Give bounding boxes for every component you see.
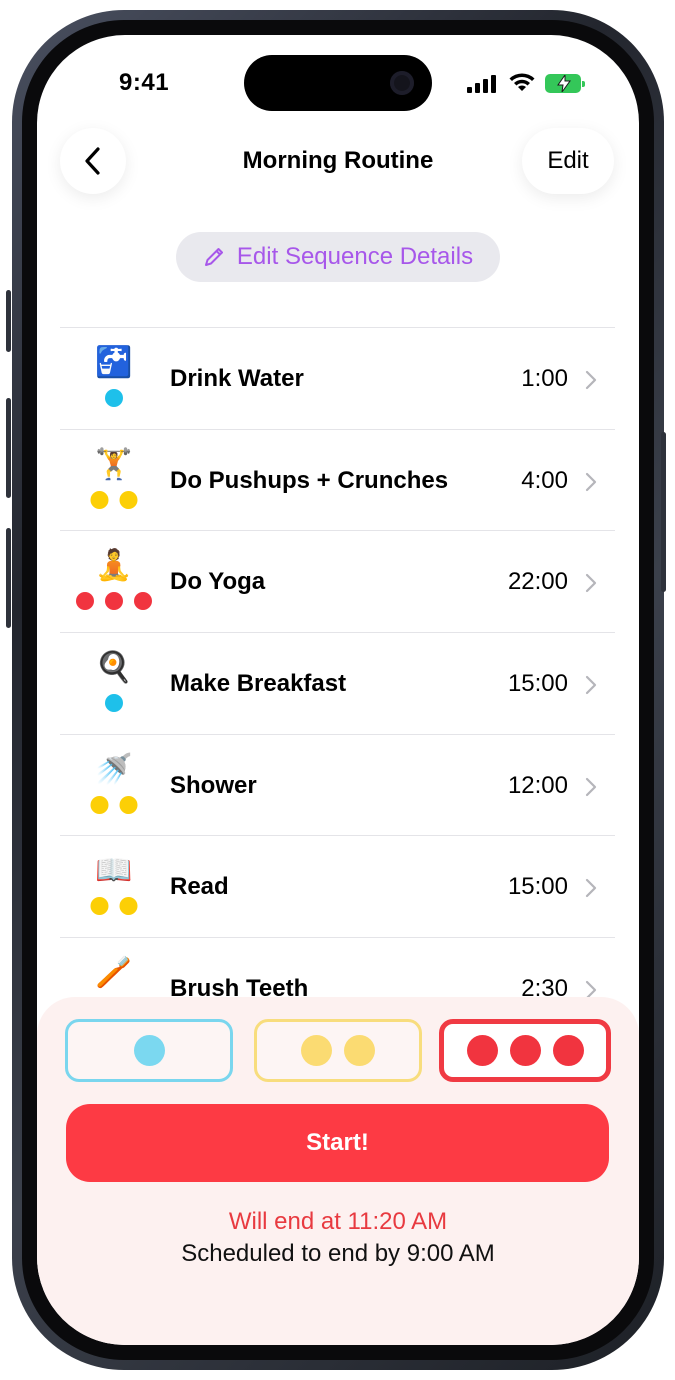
task-duration: 22:00 xyxy=(507,568,568,596)
task-duration: 1:00 xyxy=(521,365,568,392)
chevron-right-icon xyxy=(585,879,597,898)
volume-up-button xyxy=(6,398,11,498)
energy-dot xyxy=(119,897,138,916)
energy-dot xyxy=(134,592,152,611)
battery-icon xyxy=(545,74,585,93)
cellular-signal-icon xyxy=(467,75,496,93)
end-estimate-text: Will end at 11:20 AM xyxy=(228,1208,448,1235)
energy-dot xyxy=(133,1035,165,1066)
dynamic-island xyxy=(244,55,432,111)
chevron-right-icon xyxy=(585,370,597,390)
chevron-right-icon xyxy=(585,472,597,491)
task-emoji-icon: 🍳 xyxy=(95,650,133,686)
task-emoji-icon: 🚿 xyxy=(95,751,133,787)
energy-option-low[interactable] xyxy=(65,1019,233,1082)
task-row[interactable]: 🚿 Shower 12:00 xyxy=(60,733,615,836)
energy-dot xyxy=(119,490,138,509)
task-duration: 4:00 xyxy=(521,466,568,494)
power-button xyxy=(661,432,666,592)
task-list: 🚰 Drink Water 1:00 🏋 Do Pushups + Crunches 4:… xyxy=(60,327,615,1039)
energy-dot xyxy=(76,592,94,611)
energy-dot xyxy=(105,389,123,407)
energy-dot xyxy=(344,1035,375,1066)
energy-dot xyxy=(119,795,138,814)
volume-down-button xyxy=(6,528,11,628)
energy-dot xyxy=(301,1035,332,1066)
task-emoji-icon: 🪥 xyxy=(95,955,133,991)
chevron-right-icon xyxy=(585,675,597,695)
chevron-right-icon xyxy=(585,574,597,593)
energy-dot xyxy=(105,592,123,611)
energy-option-medium[interactable] xyxy=(254,1019,422,1082)
task-emoji-icon: 📖 xyxy=(95,853,133,889)
task-emoji-icon: 🚰 xyxy=(95,345,133,380)
energy-dots xyxy=(105,389,123,407)
task-emoji-icon: 🧘 xyxy=(95,548,133,584)
energy-dot xyxy=(466,1035,498,1066)
status-time: 9:41 xyxy=(119,69,170,96)
task-title: Do Yoga xyxy=(170,568,266,596)
task-title: Make Breakfast xyxy=(170,670,347,698)
wifi-icon xyxy=(509,73,535,91)
task-row[interactable]: 📖 Read 15:00 xyxy=(60,835,615,937)
charging-bolt-icon xyxy=(557,75,571,92)
task-row[interactable]: 🚰 Drink Water 1:00 xyxy=(60,327,615,429)
front-camera xyxy=(390,71,414,95)
energy-dots xyxy=(76,592,152,611)
edit-sequence-details-button[interactable]: Edit Sequence Details xyxy=(176,232,500,282)
energy-dots xyxy=(105,694,123,713)
task-duration: 15:00 xyxy=(507,670,568,698)
task-title: Do Pushups + Crunches xyxy=(170,466,449,494)
energy-dot xyxy=(90,897,109,916)
edit-button[interactable]: Edit xyxy=(522,128,614,194)
start-button[interactable]: Start! xyxy=(66,1104,609,1182)
energy-dots xyxy=(90,897,138,916)
task-title: Read xyxy=(170,873,229,901)
energy-dot xyxy=(552,1035,584,1066)
task-emoji-icon: 🏋 xyxy=(95,446,133,482)
energy-dot xyxy=(90,490,109,509)
energy-dot xyxy=(105,694,123,713)
task-title: Shower xyxy=(170,771,257,799)
energy-dot xyxy=(90,795,109,814)
task-row[interactable]: 🧘 Do Yoga 22:00 xyxy=(60,530,615,632)
energy-option-high[interactable] xyxy=(439,1019,611,1082)
chevron-right-icon xyxy=(585,777,597,796)
energy-dots xyxy=(90,490,138,509)
task-row[interactable]: 🏋 Do Pushups + Crunches 4:00 xyxy=(60,428,615,531)
task-title: Drink Water xyxy=(170,365,304,392)
edit-sequence-label: Edit Sequence Details xyxy=(236,243,474,270)
bottom-panel: Start! Will end at 11:20 AM Scheduled to… xyxy=(37,997,639,1345)
energy-dot xyxy=(509,1035,541,1066)
task-row[interactable]: 🍳 Make Breakfast 15:00 xyxy=(60,632,615,734)
action-button xyxy=(6,290,11,352)
screen: 9:41 Morning Routine Edit Edit Sequence … xyxy=(37,35,639,1345)
task-duration: 15:00 xyxy=(507,873,568,901)
task-duration: 12:00 xyxy=(507,771,568,799)
energy-dots xyxy=(90,795,138,814)
pencil-icon xyxy=(204,248,223,266)
scheduled-end-text: Scheduled to end by 9:00 AM xyxy=(181,1240,495,1267)
